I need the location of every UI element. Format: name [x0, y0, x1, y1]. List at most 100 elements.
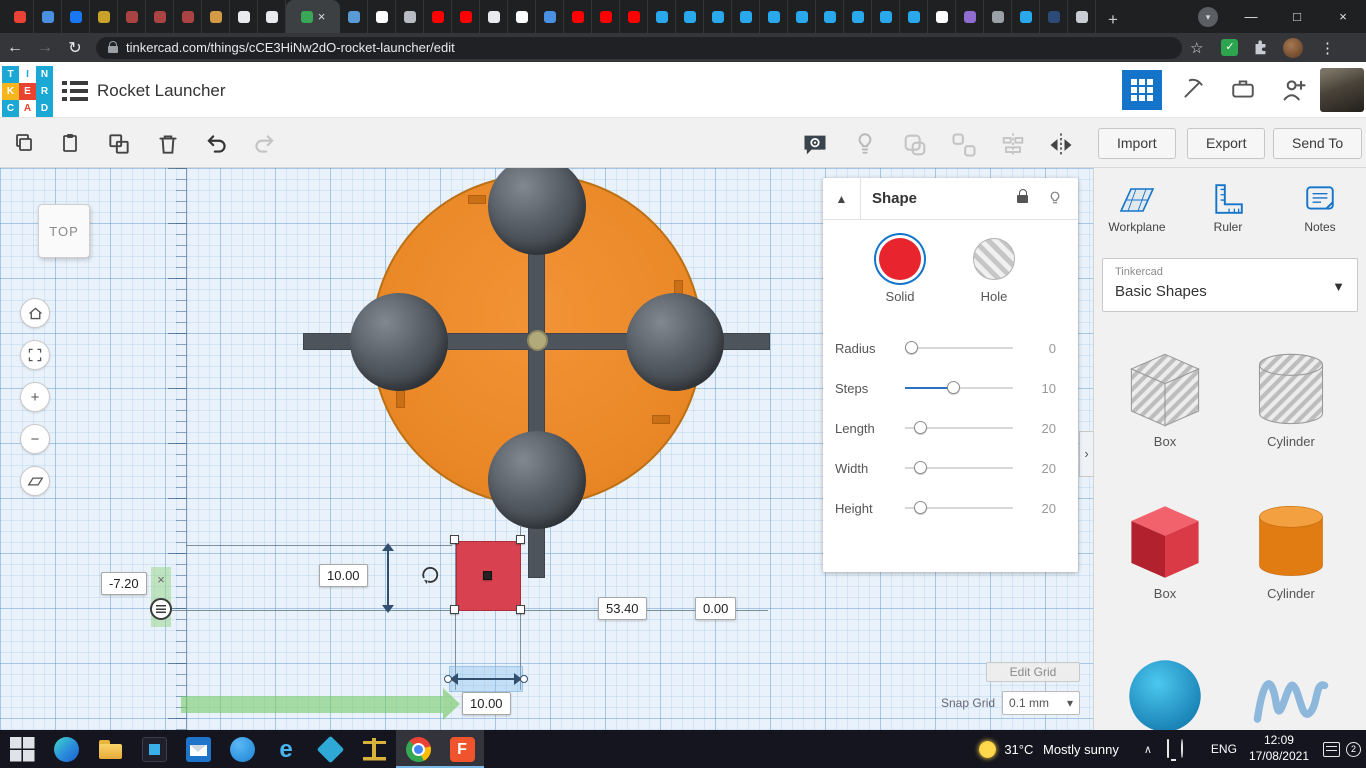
slider-knob[interactable]	[914, 461, 927, 474]
browser-menu-icon[interactable]: ⋮	[1317, 39, 1337, 57]
copy-icon[interactable]	[12, 131, 36, 155]
slider-value[interactable]: 10	[1013, 381, 1078, 396]
tinkercad-app-taskbar-button[interactable]	[440, 730, 484, 768]
browser-user-avatar[interactable]	[1283, 37, 1304, 58]
lightbulb-icon[interactable]	[1046, 190, 1064, 208]
browser-tab[interactable]	[592, 0, 620, 33]
browser-tab[interactable]	[424, 0, 452, 33]
perspective-toggle-button[interactable]	[20, 466, 50, 496]
browser-tab[interactable]	[760, 0, 788, 33]
user-avatar[interactable]	[1320, 68, 1364, 112]
dimension-end-handle[interactable]	[520, 675, 528, 683]
extensions-puzzle-icon[interactable]	[1252, 39, 1269, 56]
network-icon[interactable]	[1180, 739, 1183, 758]
browser-tab[interactable]	[230, 0, 258, 33]
hole-swatch[interactable]	[973, 238, 1015, 280]
slider-value[interactable]: 0	[1013, 341, 1078, 356]
new-tab-button[interactable]: +	[1100, 7, 1126, 33]
move-arrow[interactable]	[181, 696, 443, 713]
steps-slider[interactable]	[905, 381, 1013, 395]
tray-expand-icon[interactable]: ∧	[1144, 743, 1152, 756]
slider-knob[interactable]	[914, 501, 927, 514]
file-explorer-taskbar-button[interactable]	[88, 730, 132, 768]
redo-icon[interactable]	[251, 131, 277, 157]
scale-handle[interactable]	[516, 535, 525, 544]
clock[interactable]: 12:09 17/08/2021	[1249, 733, 1309, 764]
dimension-width-input[interactable]: 10.00	[462, 692, 511, 715]
shape-library-select[interactable]: Tinkercad Basic Shapes ▼	[1102, 258, 1358, 312]
browser-tab[interactable]	[174, 0, 202, 33]
workplane-tool[interactable]: Workplane	[1097, 182, 1177, 234]
zoom-in-button[interactable]: +	[20, 382, 50, 412]
browser-tab[interactable]	[620, 0, 648, 33]
panel-collapse-handle[interactable]: ›	[1079, 431, 1093, 477]
import-button[interactable]: Import	[1098, 128, 1176, 159]
fit-view-button[interactable]	[20, 340, 50, 370]
notes-visibility-icon[interactable]	[800, 131, 830, 159]
design-menu-icon[interactable]	[62, 80, 88, 102]
group-icon[interactable]	[901, 131, 929, 159]
browser-tab[interactable]	[340, 0, 368, 33]
edge-taskbar-button[interactable]	[44, 730, 88, 768]
home-view-button[interactable]	[20, 298, 50, 328]
radius-slider[interactable]	[905, 341, 1013, 355]
browser-tab[interactable]	[118, 0, 146, 33]
dashboard-grid-button[interactable]	[1122, 70, 1162, 110]
shape-box-solid[interactable]: Box	[1121, 500, 1209, 601]
width-slider[interactable]	[905, 461, 1013, 475]
start-button-taskbar-button[interactable]	[0, 730, 44, 768]
scale-handle[interactable]	[450, 605, 459, 614]
design-title[interactable]: Rocket Launcher	[97, 81, 226, 101]
url-bar[interactable]: tinkercad.com/things/cCE3HiNw2dO-rocket-…	[96, 36, 1182, 59]
browser-tab[interactable]	[536, 0, 564, 33]
add-user-icon[interactable]	[1280, 76, 1308, 104]
tab-close-icon[interactable]: ×	[318, 10, 326, 23]
close-button[interactable]: ×	[1320, 0, 1366, 33]
model-center-pin[interactable]	[527, 330, 548, 351]
browser-tab[interactable]	[956, 0, 984, 33]
shape-box-hole[interactable]: Box	[1121, 348, 1209, 449]
url-text[interactable]: tinkercad.com/things/cCE3HiNw2dO-rocket-…	[126, 40, 455, 55]
duplicate-icon[interactable]	[106, 131, 132, 157]
ruler-origin-handle[interactable]	[150, 598, 172, 620]
ruler-close-icon[interactable]: ×	[153, 572, 169, 588]
model-dome-right[interactable]	[626, 293, 724, 391]
delete-icon[interactable]	[155, 131, 181, 157]
action-center-icon[interactable]	[1323, 741, 1340, 757]
shape-cylinder-hole[interactable]: Cylinder	[1247, 348, 1335, 449]
language-indicator[interactable]: ENG	[1211, 742, 1237, 756]
browser-tab[interactable]	[704, 0, 732, 33]
bookmark-star-icon[interactable]: ☆	[1190, 39, 1203, 57]
scale-handle[interactable]	[450, 535, 459, 544]
browser-tab[interactable]	[676, 0, 704, 33]
extension-check-icon[interactable]: ✓	[1221, 39, 1239, 56]
center-handle[interactable]	[483, 571, 492, 580]
browser-profile-icon[interactable]: ▾	[1198, 6, 1218, 27]
solid-swatch[interactable]	[879, 238, 921, 280]
browser-tab[interactable]	[1040, 0, 1068, 33]
chrome-taskbar-button[interactable]	[396, 730, 440, 768]
scales-app-taskbar-button[interactable]	[352, 730, 396, 768]
tools-pickaxe-icon[interactable]	[1180, 76, 1206, 102]
browser-tab[interactable]	[6, 0, 34, 33]
length-slider[interactable]	[905, 421, 1013, 435]
browser-tab[interactable]	[648, 0, 676, 33]
skype-app-taskbar-button[interactable]	[220, 730, 264, 768]
back-icon[interactable]: ←	[0, 39, 30, 57]
notification-count-badge[interactable]: 2	[1346, 741, 1361, 757]
browser-tab[interactable]	[872, 0, 900, 33]
browser-tab[interactable]	[202, 0, 230, 33]
distance-input[interactable]: 53.40	[598, 597, 647, 620]
store-app-taskbar-button[interactable]	[132, 730, 176, 768]
browser-tab[interactable]	[368, 0, 396, 33]
dimension-end-handle[interactable]	[444, 675, 452, 683]
browser-tab[interactable]	[788, 0, 816, 33]
edit-grid-button[interactable]: Edit Grid	[986, 662, 1080, 682]
slider-value[interactable]: 20	[1013, 501, 1078, 516]
browser-tab[interactable]	[984, 0, 1012, 33]
view-cube[interactable]: TOP	[38, 204, 90, 258]
browser-tab[interactable]	[480, 0, 508, 33]
model-dome-bottom[interactable]	[488, 431, 586, 529]
browser-tab[interactable]	[258, 0, 286, 33]
maximize-button[interactable]: □	[1274, 0, 1320, 33]
